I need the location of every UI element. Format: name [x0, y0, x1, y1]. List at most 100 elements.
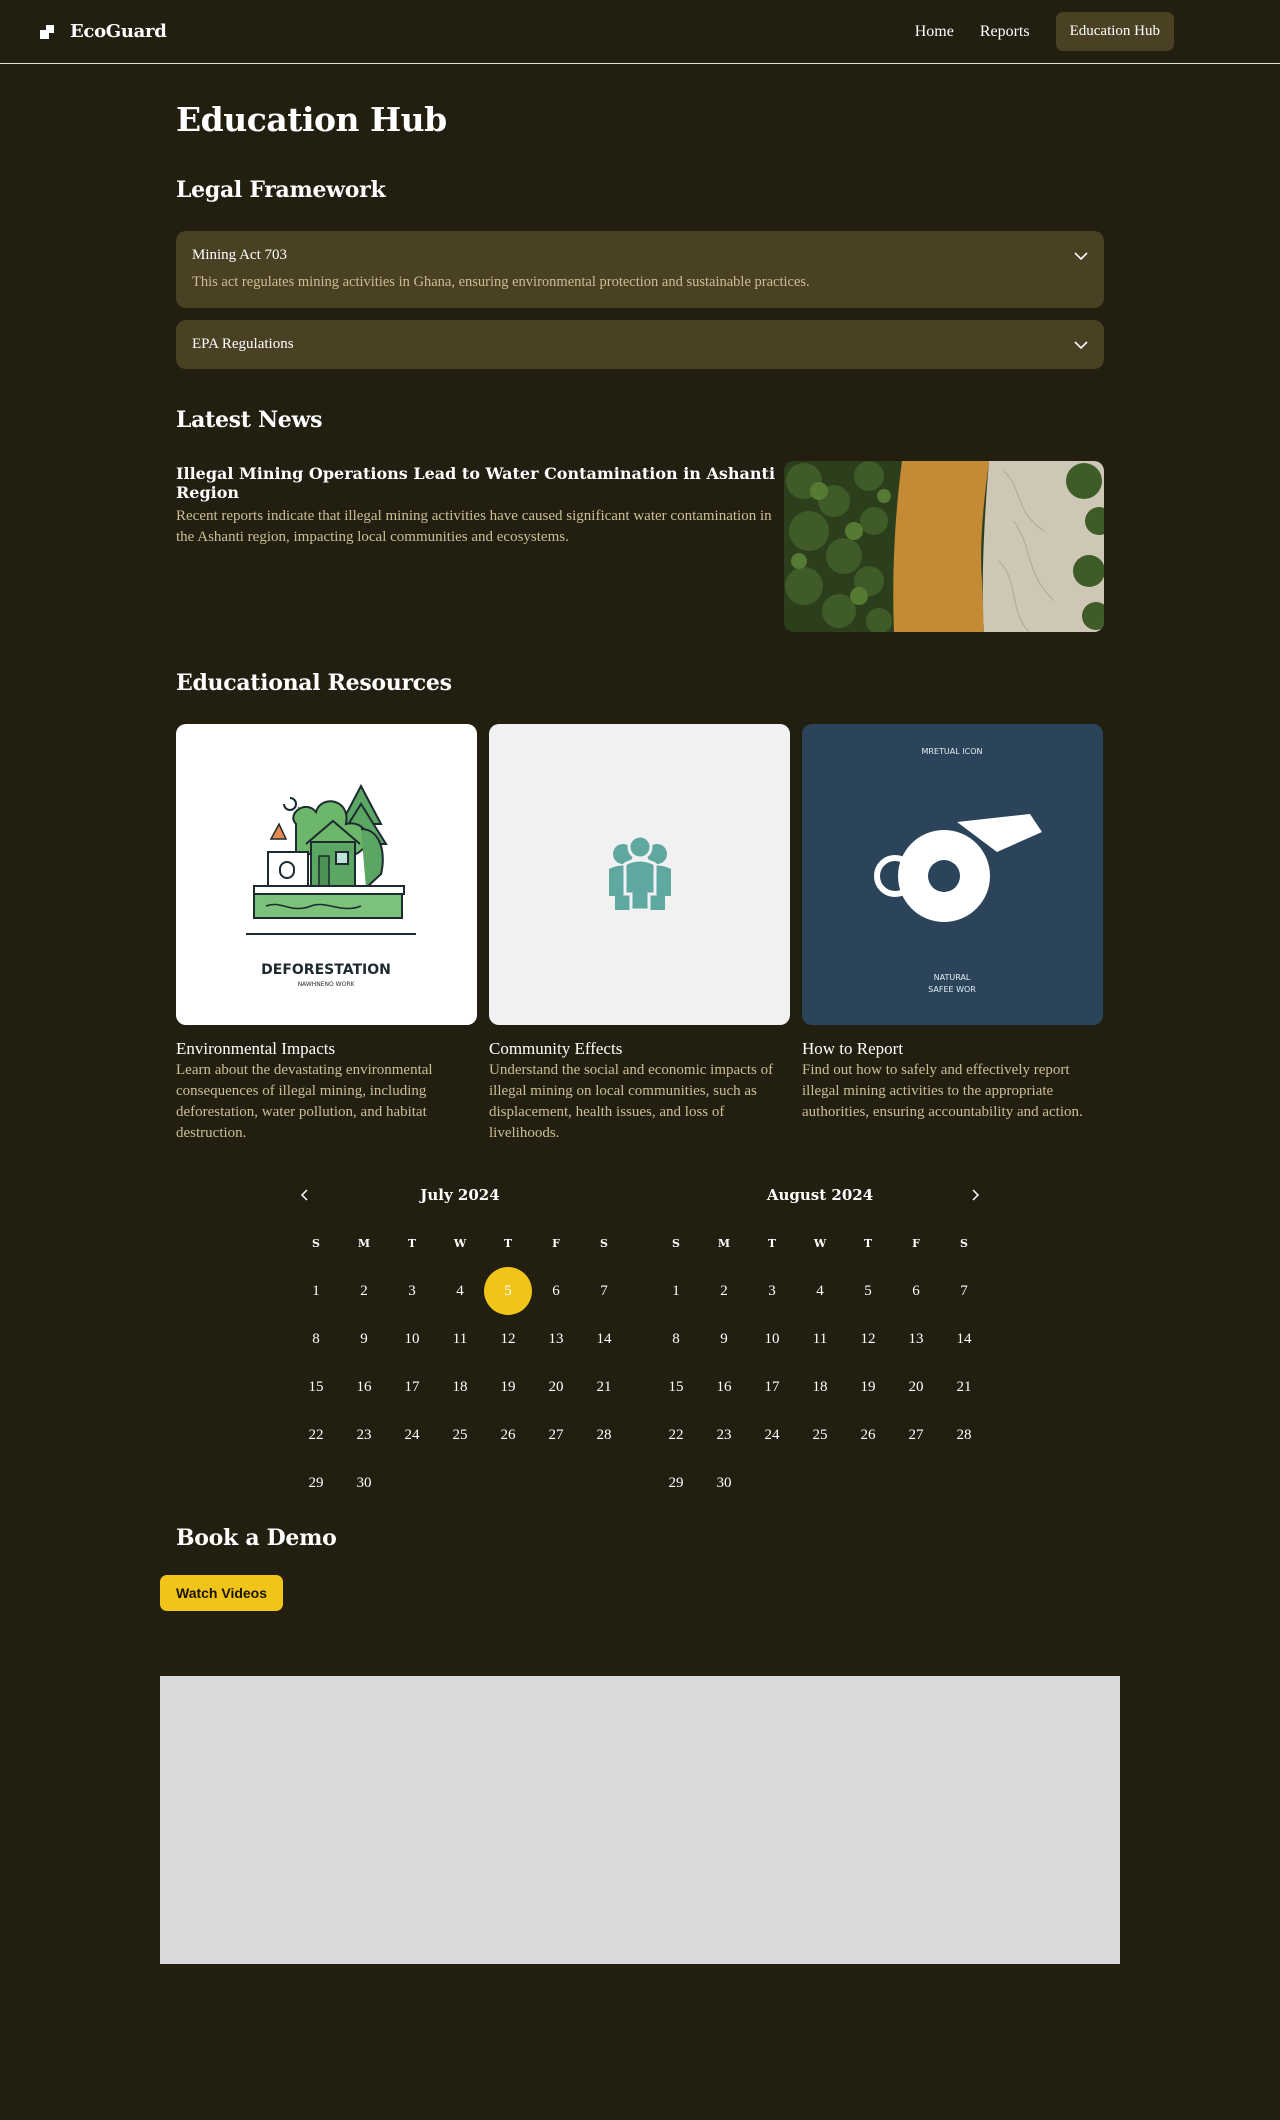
calendar-day[interactable]: 1 [652, 1267, 700, 1315]
resource-title[interactable]: How to Report [802, 1039, 1103, 1059]
calendar-grid: S M T W T F S 1 2 3 4 5 6 7 8 9 10 11 12 13 14 15 16 17 18 19 20 21… [292, 1219, 628, 1507]
resource-title[interactable]: Community Effects [489, 1039, 790, 1059]
resource-title[interactable]: Environmental Impacts [176, 1039, 477, 1059]
calendar-day[interactable]: 16 [700, 1363, 748, 1411]
resource-card-community[interactable]: Community Effects Understand the social … [489, 724, 790, 1144]
calendar-day[interactable]: 28 [940, 1411, 988, 1459]
calendar-day[interactable]: 7 [940, 1267, 988, 1315]
calendar-day[interactable]: 14 [580, 1315, 628, 1363]
calendar-day[interactable]: 4 [796, 1267, 844, 1315]
calendar-day[interactable]: 10 [748, 1315, 796, 1363]
calendar-day[interactable]: 11 [796, 1315, 844, 1363]
calendar-day[interactable]: 27 [532, 1411, 580, 1459]
weekday-label: S [600, 1236, 608, 1250]
calendar-day[interactable]: 17 [748, 1363, 796, 1411]
calendar-day[interactable]: 20 [532, 1363, 580, 1411]
calendar-day[interactable]: 22 [652, 1411, 700, 1459]
video-placeholder[interactable] [160, 1676, 1120, 1964]
resource-card-report[interactable]: MRETUAL ICON NATURAL SAFEE WOR How to Re… [802, 724, 1103, 1144]
calendar-day[interactable]: 16 [340, 1363, 388, 1411]
prev-month-button[interactable] [292, 1182, 318, 1208]
news-text: Illegal Mining Operations Lead to Water … [176, 461, 776, 632]
watch-videos-button[interactable]: Watch Videos [160, 1575, 284, 1611]
deforestation-caption: DEFORESTATION [261, 962, 391, 978]
calendar-day[interactable]: 13 [532, 1315, 580, 1363]
top-navigation-bar: EcoGuard Home Reports Education Hub [0, 0, 1280, 64]
calendar-day[interactable]: 3 [748, 1267, 796, 1315]
page-title: Education Hub [176, 100, 447, 139]
resource-cards: .. DEFORESTATION NAWHNENO WORK Environme… [176, 724, 1104, 1144]
calendar-day[interactable]: 6 [892, 1267, 940, 1315]
chevron-down-icon[interactable] [1074, 338, 1088, 352]
accordion-mining-act[interactable]: Mining Act 703 This act regulates mining… [176, 231, 1104, 308]
calendar-day[interactable]: 23 [340, 1411, 388, 1459]
nav-reports-link[interactable]: Reports [980, 23, 1030, 41]
accordion-header[interactable]: Mining Act 703 [192, 247, 1088, 264]
calendar-day[interactable]: 25 [436, 1411, 484, 1459]
calendar-day[interactable]: 7 [580, 1267, 628, 1315]
calendar-day[interactable]: 8 [292, 1315, 340, 1363]
calendar-day[interactable]: 13 [892, 1315, 940, 1363]
calendar-day[interactable]: 24 [748, 1411, 796, 1459]
calendar-day[interactable]: 26 [484, 1411, 532, 1459]
calendar-day[interactable]: 5 [844, 1267, 892, 1315]
calendar-day[interactable]: 6 [532, 1267, 580, 1315]
calendar-day[interactable]: 22 [292, 1411, 340, 1459]
calendar-day[interactable]: 30 [700, 1459, 748, 1507]
calendar-day[interactable]: 19 [484, 1363, 532, 1411]
accordion-header[interactable]: EPA Regulations [192, 336, 1088, 353]
calendar-day[interactable]: 2 [700, 1267, 748, 1315]
accordion-title: Mining Act 703 [192, 247, 288, 263]
calendar-day[interactable]: 15 [292, 1363, 340, 1411]
calendar-day[interactable]: 19 [844, 1363, 892, 1411]
calendar-day-selected[interactable]: 5 [484, 1267, 532, 1315]
calendar-month-label: July 2024 [420, 1186, 500, 1204]
calendar-day[interactable]: 10 [388, 1315, 436, 1363]
brand[interactable]: EcoGuard [40, 21, 167, 42]
deforestation-subcaption: NAWHNENO WORK [298, 981, 356, 988]
whistle-bottom-text-1: NATURAL [934, 973, 971, 982]
next-month-button[interactable] [962, 1182, 988, 1208]
calendar-day[interactable]: 1 [292, 1267, 340, 1315]
calendar-day[interactable]: 20 [892, 1363, 940, 1411]
calendar-day[interactable]: 27 [892, 1411, 940, 1459]
calendar-day[interactable]: 30 [340, 1459, 388, 1507]
calendar-day[interactable]: 29 [652, 1459, 700, 1507]
calendar-day[interactable]: 3 [388, 1267, 436, 1315]
weekday-label: S [960, 1236, 968, 1250]
calendar-day[interactable]: 9 [340, 1315, 388, 1363]
calendar-day[interactable]: 24 [388, 1411, 436, 1459]
chevron-down-icon[interactable] [1074, 249, 1088, 263]
calendar-day[interactable]: 29 [292, 1459, 340, 1507]
deforestation-illustration: .. DEFORESTATION NAWHNENO WORK [176, 724, 477, 1025]
calendar-day[interactable]: 15 [652, 1363, 700, 1411]
resource-card-environmental[interactable]: .. DEFORESTATION NAWHNENO WORK Environme… [176, 724, 477, 1144]
calendar-day[interactable]: 18 [436, 1363, 484, 1411]
calendar-day[interactable]: 11 [436, 1315, 484, 1363]
calendar-day[interactable]: 12 [484, 1315, 532, 1363]
calendar-day[interactable]: 4 [436, 1267, 484, 1315]
calendar-day[interactable]: 14 [940, 1315, 988, 1363]
weekday-label: W [453, 1236, 467, 1250]
calendar-day[interactable]: 21 [580, 1363, 628, 1411]
chevron-right-icon [972, 1189, 980, 1201]
nav-education-hub-link[interactable]: Education Hub [1055, 12, 1174, 51]
calendar-day[interactable]: 8 [652, 1315, 700, 1363]
calendar-day[interactable]: 9 [700, 1315, 748, 1363]
news-aerial-river-image[interactable] [784, 461, 1104, 632]
calendar-day[interactable]: 23 [700, 1411, 748, 1459]
calendar-day[interactable]: 28 [580, 1411, 628, 1459]
news-article[interactable]: Illegal Mining Operations Lead to Water … [176, 461, 1104, 632]
nav-home-link[interactable]: Home [915, 23, 954, 41]
accordion-epa-regulations[interactable]: EPA Regulations [176, 320, 1104, 369]
calendar-day[interactable]: 17 [388, 1363, 436, 1411]
calendar-day[interactable]: 21 [940, 1363, 988, 1411]
calendar-day[interactable]: 2 [340, 1267, 388, 1315]
calendar-day[interactable]: 18 [796, 1363, 844, 1411]
news-title[interactable]: Illegal Mining Operations Lead to Water … [176, 464, 776, 502]
calendar-day[interactable]: 25 [796, 1411, 844, 1459]
calendar-day[interactable]: 12 [844, 1315, 892, 1363]
calendar-day[interactable]: 26 [844, 1411, 892, 1459]
